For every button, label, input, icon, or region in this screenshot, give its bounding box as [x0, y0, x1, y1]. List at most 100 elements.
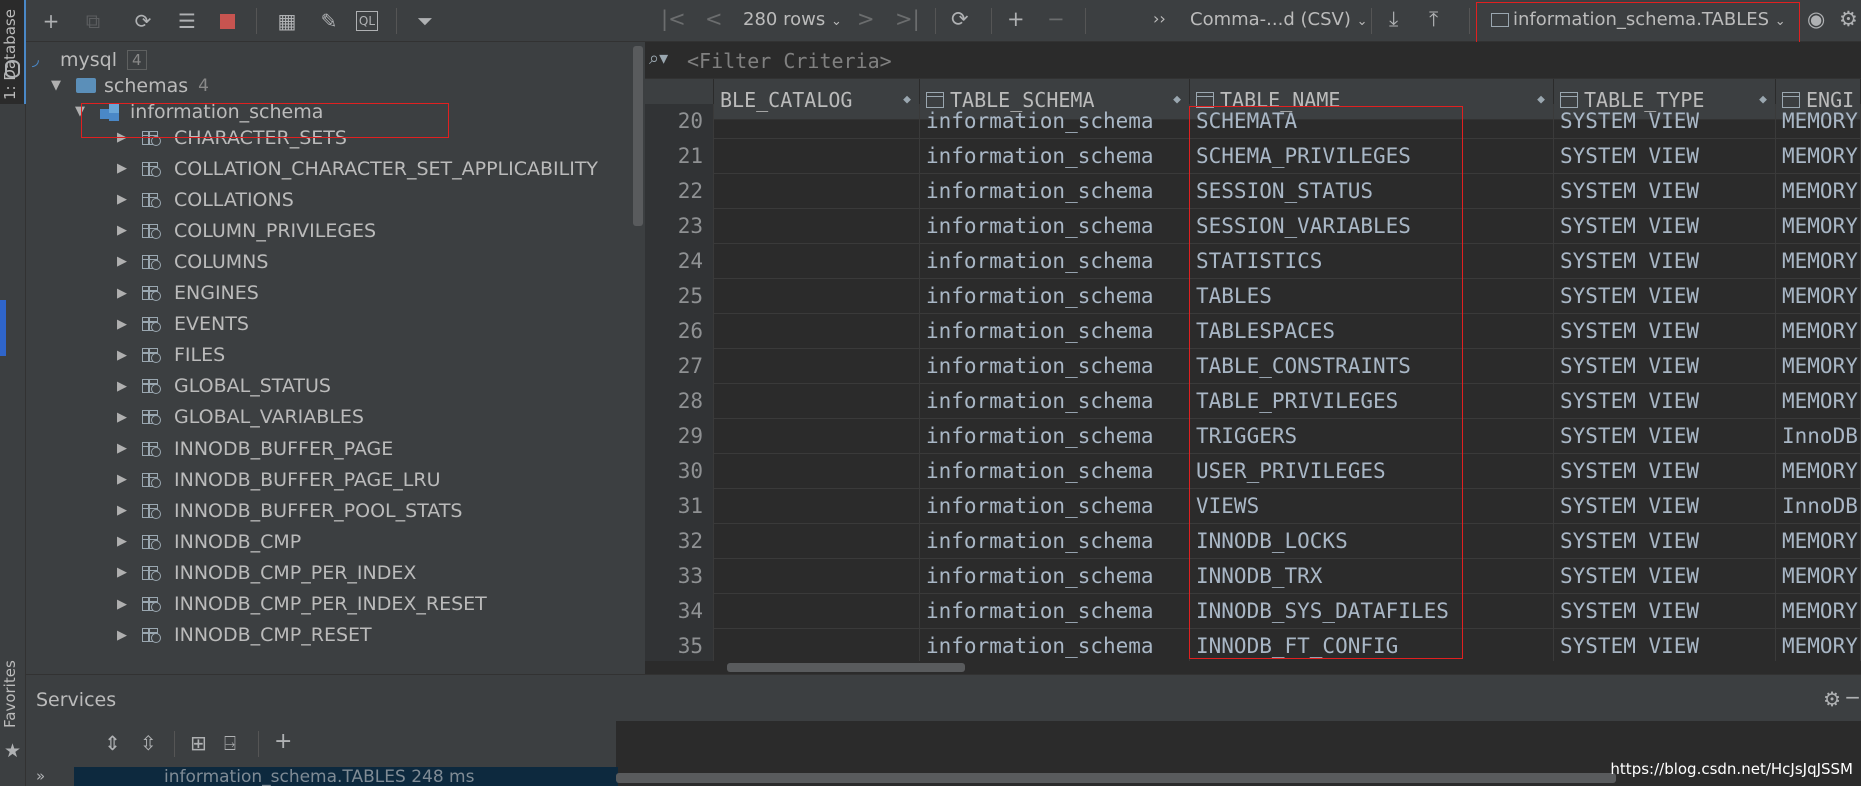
tree-item-table[interactable]: ▶ COLUMN_PRIVILEGES — [114, 215, 376, 246]
cell-catalog[interactable] — [714, 104, 920, 139]
gear-icon[interactable]: ⚙ — [1839, 7, 1858, 31]
cell-schema[interactable]: information_schema — [920, 489, 1190, 524]
add-button[interactable]: + — [38, 8, 64, 34]
collapse-all-icon[interactable]: ⇳ — [140, 731, 157, 755]
query-console-icon[interactable]: QL — [356, 11, 378, 31]
cell-schema[interactable]: information_schema — [920, 349, 1190, 384]
cell-table-type[interactable]: SYSTEM VIEW — [1554, 104, 1776, 139]
cell-catalog[interactable] — [714, 279, 920, 314]
chevron-right-icon[interactable]: ▶ — [114, 410, 130, 425]
cell-table-type[interactable]: SYSTEM VIEW — [1554, 524, 1776, 559]
cell-table-type[interactable]: SYSTEM VIEW — [1554, 384, 1776, 419]
export-format-selector[interactable]: Comma-...d (CSV) ⌄ — [1190, 9, 1367, 30]
cell-catalog[interactable] — [714, 314, 920, 349]
cell-schema[interactable]: information_schema — [920, 559, 1190, 594]
cell-engine[interactable]: MEMORY — [1776, 629, 1861, 661]
cell-catalog[interactable] — [714, 489, 920, 524]
tree-item-table[interactable]: ▶ GLOBAL_STATUS — [114, 371, 331, 402]
more-actions-icon[interactable]: ›› — [1153, 9, 1166, 28]
tree-item-table[interactable]: ▶ INNODB_BUFFER_POOL_STATS — [114, 495, 463, 526]
gear-icon[interactable]: ⚙ — [1823, 687, 1841, 711]
tree-item-table[interactable]: ▶ COLLATIONS — [114, 184, 294, 215]
cell-schema[interactable]: information_schema — [920, 139, 1190, 174]
tree-item-table[interactable]: ▶ FILES — [114, 340, 225, 371]
cell-engine[interactable]: MEMORY — [1776, 244, 1861, 279]
tree-item-table[interactable]: ▶ INNODB_CMP — [114, 526, 301, 557]
tree-item-table[interactable]: ▶ COLUMNS — [114, 246, 268, 277]
reload-icon[interactable]: ⟳ — [951, 7, 969, 31]
chevron-right-icon[interactable]: ▶ — [114, 192, 130, 207]
rows-count-selector[interactable]: 280 rows ⌄ — [743, 9, 842, 30]
database-tool-tab[interactable]: 1: Database — [0, 0, 26, 104]
duplicate-icon[interactable]: ⧉ — [80, 8, 106, 34]
cell-schema[interactable]: information_schema — [920, 104, 1190, 139]
search-icon[interactable]: ⌕▾ — [649, 48, 668, 69]
cell-engine[interactable]: MEMORY — [1776, 594, 1861, 629]
cell-schema[interactable]: information_schema — [920, 314, 1190, 349]
chevron-right-icon[interactable]: ▶ — [114, 472, 130, 487]
row-number[interactable]: 33 — [645, 559, 714, 594]
cell-table-type[interactable]: SYSTEM VIEW — [1554, 454, 1776, 489]
table-view-icon[interactable]: ▦ — [274, 8, 300, 34]
tree-item-table[interactable]: ▶ ENGINES — [114, 278, 259, 309]
cell-schema[interactable]: information_schema — [920, 454, 1190, 489]
row-number[interactable]: 34 — [645, 594, 714, 629]
chevron-right-icon[interactable]: ▶ — [114, 565, 130, 580]
row-number[interactable]: 21 — [645, 139, 714, 174]
chevron-right-icon[interactable]: ▶ — [114, 223, 130, 238]
cell-schema[interactable]: information_schema — [920, 384, 1190, 419]
cell-engine[interactable]: MEMORY — [1776, 559, 1861, 594]
cell-schema[interactable]: information_schema — [920, 419, 1190, 454]
chevron-right-icon[interactable]: ▶ — [114, 348, 130, 363]
services-query-row[interactable]: information_schema.TABLES 248 ms — [74, 767, 618, 786]
cell-table-type[interactable]: SYSTEM VIEW — [1554, 139, 1776, 174]
tree-item-table[interactable]: ▶ COLLATION_CHARACTER_SET_APPLICABILITY — [114, 153, 598, 184]
services-scrollbar[interactable] — [616, 773, 1616, 783]
filter-icon[interactable]: ⏷ — [412, 8, 438, 34]
tree-item-table[interactable]: ▶ INNODB_BUFFER_PAGE_LRU — [114, 464, 440, 495]
delete-row-icon[interactable]: − — [1047, 7, 1065, 31]
row-number[interactable]: 26 — [645, 314, 714, 349]
cell-schema[interactable]: information_schema — [920, 629, 1190, 661]
cell-catalog[interactable] — [714, 629, 920, 661]
row-number[interactable]: 32 — [645, 524, 714, 559]
tree-item-table[interactable]: ▶ EVENTS — [114, 309, 249, 340]
row-number[interactable]: 20 — [645, 104, 714, 139]
eye-icon[interactable]: ◉ — [1807, 7, 1825, 31]
cell-catalog[interactable] — [714, 594, 920, 629]
add-row-icon[interactable]: + — [1007, 7, 1025, 31]
cell-catalog[interactable] — [714, 174, 920, 209]
chevron-right-icon[interactable]: ▶ — [114, 286, 130, 301]
download-icon[interactable]: ⤓ — [1389, 7, 1398, 32]
last-page-icon[interactable]: >| — [895, 7, 920, 31]
row-number[interactable]: 24 — [645, 244, 714, 279]
cell-schema[interactable]: information_schema — [920, 209, 1190, 244]
chevron-right-icon[interactable]: ▶ — [114, 597, 130, 612]
row-number[interactable]: 27 — [645, 349, 714, 384]
chevron-right-icon[interactable]: ▶ — [114, 379, 130, 394]
cell-engine[interactable]: MEMORY — [1776, 104, 1861, 139]
upload-icon[interactable]: ⤒ — [1429, 7, 1438, 32]
cell-engine[interactable]: MEMORY — [1776, 454, 1861, 489]
cell-catalog[interactable] — [714, 349, 920, 384]
cell-engine[interactable]: MEMORY — [1776, 174, 1861, 209]
row-number[interactable]: 22 — [645, 174, 714, 209]
row-number[interactable]: 28 — [645, 384, 714, 419]
refresh-icon[interactable]: ⟳ — [130, 8, 156, 34]
cell-schema[interactable]: information_schema — [920, 594, 1190, 629]
row-number[interactable]: 35 — [645, 629, 714, 661]
cell-catalog[interactable] — [714, 384, 920, 419]
row-number[interactable]: 31 — [645, 489, 714, 524]
stop-button[interactable] — [214, 8, 240, 34]
chevron-down-icon[interactable]: ▼ — [48, 78, 64, 93]
tree-item-table[interactable]: ▶ INNODB_CMP_RESET — [114, 620, 372, 651]
filter-bar[interactable]: ⌕▾ <Filter Criteria> — [645, 42, 1861, 79]
cell-table-type[interactable]: SYSTEM VIEW — [1554, 419, 1776, 454]
cell-engine[interactable]: MEMORY — [1776, 209, 1861, 244]
chevron-right-icon[interactable]: ▶ — [114, 503, 130, 518]
schema-sync-icon[interactable]: ☰ — [174, 8, 200, 34]
cell-engine[interactable]: MEMORY — [1776, 314, 1861, 349]
cell-table-type[interactable]: SYSTEM VIEW — [1554, 279, 1776, 314]
row-number[interactable]: 30 — [645, 454, 714, 489]
group-by-icon[interactable]: ⊞ — [190, 731, 207, 755]
